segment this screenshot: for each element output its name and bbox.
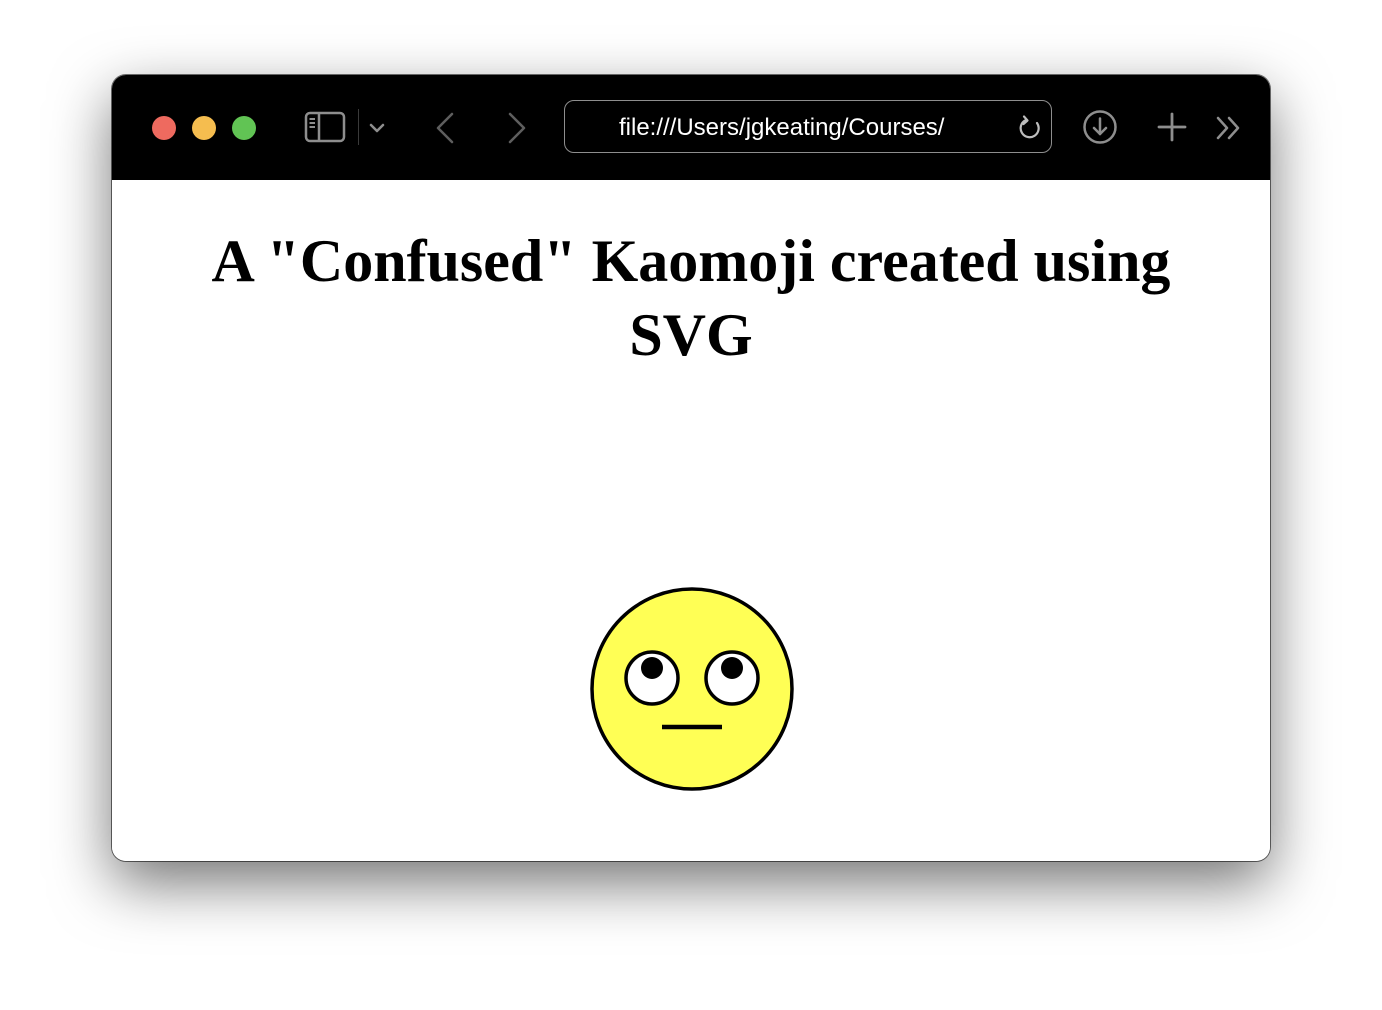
chevron-right-icon[interactable] [502,111,530,145]
minimize-window-button[interactable] [192,116,216,140]
left-pupil [641,657,663,679]
right-pupil [721,657,743,679]
plus-icon[interactable] [1156,111,1188,143]
sidebar-icon[interactable] [304,111,346,143]
address-bar[interactable]: file:///Users/jgkeating/Courses/ [564,100,1052,153]
face-circle [590,587,794,791]
chevron-down-icon[interactable] [368,119,386,137]
browser-toolbar: file:///Users/jgkeating/Courses/ [112,75,1270,180]
chevron-left-icon[interactable] [432,111,460,145]
close-window-button[interactable] [152,116,176,140]
download-icon[interactable] [1082,109,1118,145]
maximize-window-button[interactable] [232,116,256,140]
double-chevron-right-icon[interactable] [1214,113,1244,143]
reload-icon[interactable] [1017,114,1043,142]
toolbar-divider [358,109,359,145]
page-content: A "Confused" Kaomoji created using SVG [112,180,1270,861]
address-bar-url[interactable]: file:///Users/jgkeating/Courses/ [619,114,991,142]
browser-window: file:///Users/jgkeating/Courses/ A "Conf… [112,75,1270,861]
confused-kaomoji-icon [590,587,794,791]
page-title: A "Confused" Kaomoji created using SVG [211,228,1171,368]
